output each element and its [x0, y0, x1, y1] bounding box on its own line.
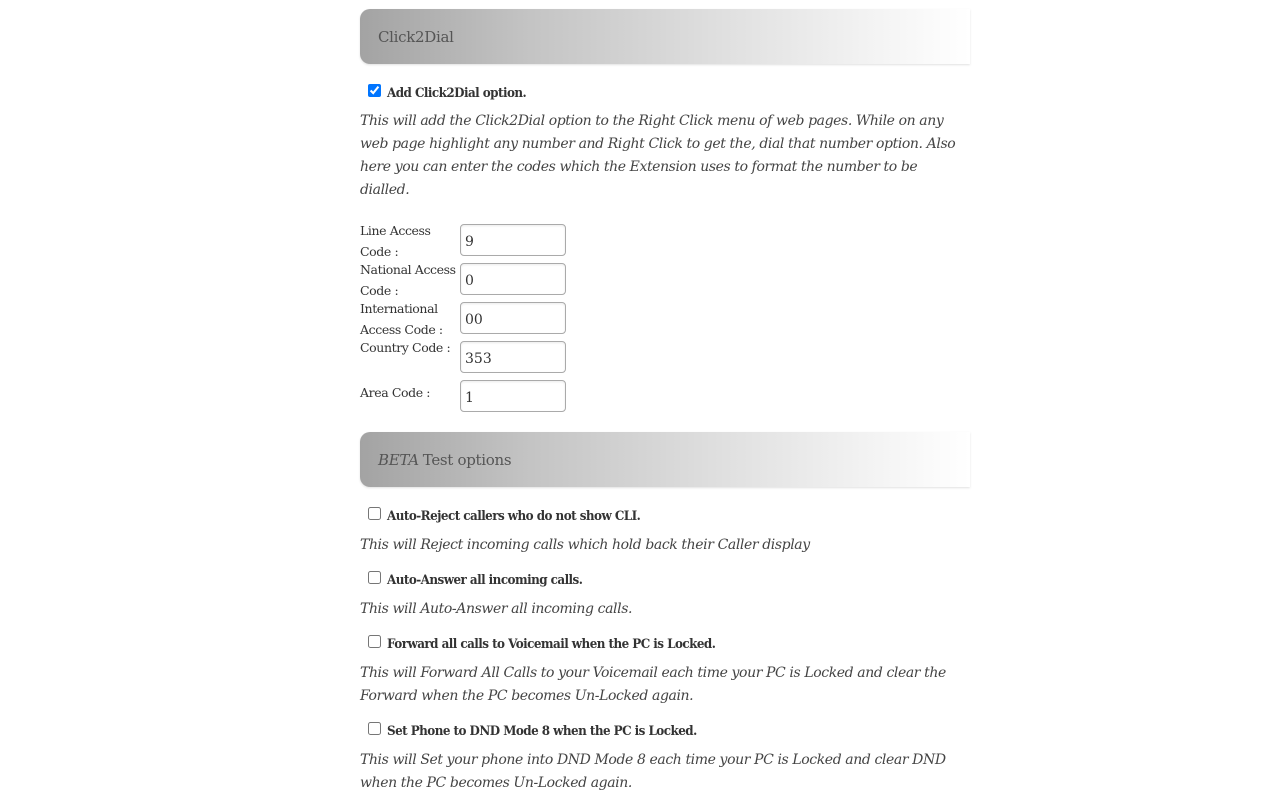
forward-voicemail-option-row: Forward all calls to Voicemail when the … [368, 633, 970, 655]
auto-reject-option-label[interactable]: Auto-Reject callers who do not show CLI. [387, 509, 641, 524]
international-access-code-label: International Access Code : [360, 301, 443, 337]
area-code-input[interactable] [460, 380, 566, 412]
line-access-code-input[interactable] [460, 224, 566, 256]
access-codes-form: Line Access Code : National Access Code … [360, 223, 970, 419]
international-access-code-row: International Access Code : [360, 301, 970, 341]
beta-section-title: Test options [422, 450, 512, 469]
auto-answer-option-row: Auto-Answer all incoming calls. [368, 569, 970, 591]
national-access-code-input[interactable] [460, 263, 566, 295]
international-access-code-input[interactable] [460, 302, 566, 334]
auto-reject-option-row: Auto-Reject callers who do not show CLI. [368, 505, 970, 527]
auto-reject-checkbox[interactable] [368, 506, 381, 520]
forward-voicemail-option-label[interactable]: Forward all calls to Voicemail when the … [387, 637, 716, 652]
area-code-row: Area Code : [360, 380, 970, 419]
dnd-mode-checkbox[interactable] [368, 721, 381, 735]
line-access-code-row: Line Access Code : [360, 223, 970, 263]
dnd-mode-option-label[interactable]: Set Phone to DND Mode 8 when the PC is L… [387, 724, 697, 739]
country-code-input[interactable] [460, 341, 566, 373]
auto-answer-checkbox[interactable] [368, 570, 381, 584]
click2dial-checkbox[interactable] [368, 83, 381, 97]
line-access-code-label: Line Access Code : [360, 223, 431, 259]
dnd-mode-description: This will Set your phone into DND Mode 8… [360, 752, 946, 791]
click2dial-section-title: Click2Dial [378, 27, 454, 46]
forward-voicemail-checkbox[interactable] [368, 634, 381, 648]
forward-voicemail-description: This will Forward All Calls to your Voic… [360, 665, 946, 704]
national-access-code-row: National Access Code : [360, 262, 970, 302]
dnd-mode-option-row: Set Phone to DND Mode 8 when the PC is L… [368, 720, 970, 742]
national-access-code-label: National Access Code : [360, 262, 456, 298]
beta-section-header: BETA Test options [360, 432, 970, 487]
options-page: Click2Dial Add Click2Dial option. This w… [360, 9, 970, 795]
beta-section-title-emphasis: BETA [378, 450, 419, 469]
country-code-label: Country Code : [360, 340, 451, 355]
area-code-label: Area Code : [360, 385, 431, 400]
auto-answer-option-label[interactable]: Auto-Answer all incoming calls. [387, 573, 583, 588]
click2dial-option-row: Add Click2Dial option. [368, 82, 970, 104]
click2dial-section-header: Click2Dial [360, 9, 970, 64]
click2dial-option-label[interactable]: Add Click2Dial option. [387, 86, 527, 101]
auto-answer-description: This will Auto-Answer all incoming calls… [360, 601, 633, 617]
click2dial-description: This will add the Click2Dial option to t… [360, 113, 956, 198]
auto-reject-description: This will Reject incoming calls which ho… [360, 537, 810, 553]
country-code-row: Country Code : [360, 340, 970, 380]
